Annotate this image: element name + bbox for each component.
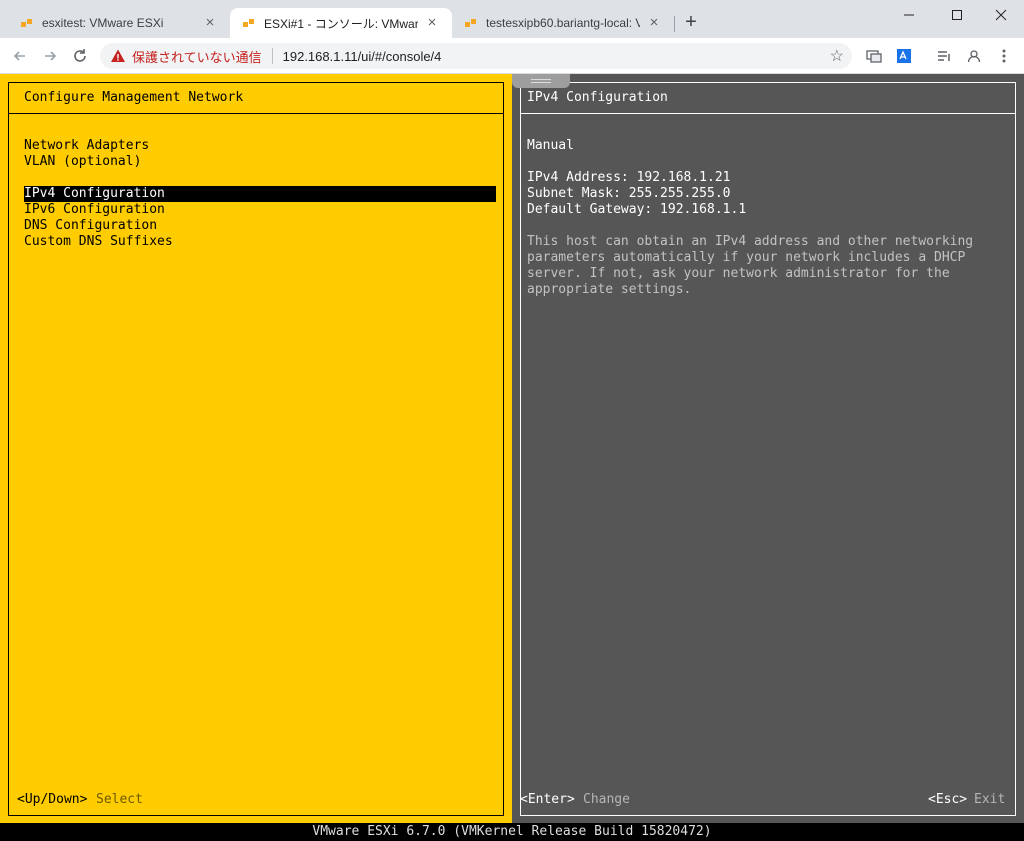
arrow-left-icon [13,51,25,61]
close-icon[interactable]: × [424,15,440,31]
profile-button[interactable] [962,44,986,68]
window-close-button[interactable] [978,0,1024,30]
avatar-icon [967,50,981,63]
close-icon [995,9,1007,21]
tab-esxi-console[interactable]: ESXi#1 - コンソール: VMware ESXi × [230,8,452,38]
omnibox-divider [271,48,273,64]
extension-button[interactable] [862,44,886,68]
tab-divider [674,16,675,32]
arrow-right-icon [45,51,57,61]
kebab-menu-icon [1002,49,1006,63]
menu-item-network-adapters[interactable]: Network Adapters [24,138,149,154]
ipv4-address: IPv4 Address: 192.168.1.21 [527,170,731,185]
exit-key-hint: <Esc> [928,792,968,807]
tab-title: testesxipb60.bariantg-local: VMware [486,16,640,30]
subnet-mask: Subnet Mask: 255.255.255.0 [527,186,731,201]
esxi-version-status-bar: VMware ESXi 6.7.0 (VMKernel Release Buil… [0,823,1024,841]
new-tab-button[interactable]: + [680,12,702,34]
ipv4-mode: Manual [527,138,574,153]
exit-action-label: Exit [974,792,1006,807]
browser-toolbar: 保護されていない通信 192.168.1.11/ui/#/console/4 ☆ [0,38,1024,74]
tab-testesxipb60[interactable]: testesxipb60.bariantg-local: VMware × [452,8,674,38]
tab-title: esxitest: VMware ESXi [42,16,164,30]
back-button[interactable] [8,44,32,68]
configure-network-pane: Configure Management Network Network Ada… [0,74,512,823]
minimize-button[interactable] [886,0,932,30]
tab-esxitest[interactable]: esxitest: VMware ESXi × [8,8,230,38]
menu-item-vlan[interactable]: VLAN (optional) [24,154,141,170]
maximize-icon [952,10,962,20]
close-icon[interactable]: × [202,15,218,31]
esxi-console[interactable]: Configure Management Network Network Ada… [0,74,1024,841]
extension-button[interactable] [892,44,916,68]
menu-item-custom-dns-suffixes[interactable]: Custom DNS Suffixes [24,234,173,250]
browser-menu-button[interactable] [992,44,1016,68]
maximize-button[interactable] [934,0,980,30]
bookmark-star-icon[interactable]: ☆ [830,46,844,66]
security-status-label[interactable]: 保護されていない通信 [132,47,262,66]
right-pane-title: IPv4 Configuration [527,90,668,105]
vmware-favicon-icon [464,16,478,30]
menu-item-ipv4-configuration[interactable]: IPv4 Configuration [24,186,496,202]
address-bar[interactable]: 保護されていない通信 192.168.1.11/ui/#/console/4 ☆ [100,43,852,69]
tab-title: ESXi#1 - コンソール: VMware ESXi [264,16,418,31]
reload-button[interactable] [68,44,92,68]
forward-button[interactable] [38,44,62,68]
reading-list-button[interactable] [932,44,956,68]
help-text-line: server. If not, ask your network adminis… [527,266,950,281]
vmware-favicon-icon [20,16,34,30]
help-text-line: appropriate settings. [527,282,692,297]
default-gateway: Default Gateway: 192.168.1.1 [527,202,747,217]
menu-item-dns-configuration[interactable]: DNS Configuration [24,218,157,234]
change-key-hint: <Enter> [520,792,575,807]
help-text-line: This host can obtain an IPv4 address and… [527,234,974,249]
url-text[interactable]: 192.168.1.11/ui/#/console/4 [283,49,442,64]
vmware-favicon-icon [242,16,256,30]
warning-triangle-icon [111,49,125,62]
minimize-icon [904,14,914,16]
ipv4-detail-pane: IPv4 Configuration Manual IPv4 Address: … [512,74,1024,823]
reading-list-icon [938,51,950,61]
select-action-label: Select [96,792,143,807]
screen-capture-icon [866,50,882,63]
translate-icon [897,49,911,63]
reload-icon [74,49,86,62]
help-text-line: parameters automatically if your network… [527,250,966,265]
console-toolbar-handle[interactable] [512,74,570,88]
menu-item-ipv6-configuration[interactable]: IPv6 Configuration [24,202,165,218]
change-action-label: Change [583,792,630,807]
select-key-hint: <Up/Down> [17,792,88,807]
close-icon[interactable]: × [646,15,662,31]
left-pane-title: Configure Management Network [24,90,244,105]
browser-tab-strip: esxitest: VMware ESXi × ESXi#1 - コンソール: … [0,0,1024,38]
